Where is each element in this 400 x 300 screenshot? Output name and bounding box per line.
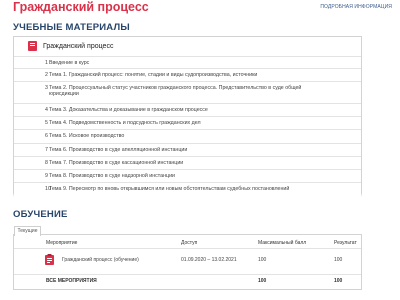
material-row[interactable]: 7 Тема 6. Производство в суде апелляцион… bbox=[14, 143, 361, 156]
material-number: 6 bbox=[45, 133, 48, 139]
column-header-event: Мероприятие bbox=[46, 240, 78, 246]
total-result: 100 bbox=[334, 278, 343, 284]
material-row[interactable]: 9 Тема 8. Производство в суде надзорной … bbox=[14, 169, 361, 182]
material-row[interactable]: 2 Тема 1. Гражданский процесс: понятие, … bbox=[14, 68, 361, 81]
total-label: ВСЕ МЕРОПРИЯТИЯ bbox=[46, 278, 97, 284]
material-title: Тема 4. Подведомственность и подсудность… bbox=[49, 120, 201, 126]
course-header[interactable]: Гражданский процесс bbox=[14, 37, 361, 56]
page-title: Гражданский процесс bbox=[13, 0, 149, 14]
event-name-link[interactable]: Гражданский процесс (обучение) bbox=[62, 257, 139, 263]
column-header-access: Доступ bbox=[181, 240, 198, 246]
book-icon bbox=[28, 41, 37, 51]
document-icon[interactable] bbox=[45, 254, 54, 265]
material-title: Тема 2. Процессуальный статус участников… bbox=[49, 85, 302, 98]
list-fade bbox=[13, 193, 362, 199]
material-number: 5 bbox=[45, 120, 48, 126]
material-number: 10 bbox=[45, 186, 51, 192]
material-title: Тема 3. Доказательства и доказывание в г… bbox=[49, 107, 208, 113]
event-access-dates: 01.09.2020 – 13.02.2021 bbox=[181, 257, 237, 263]
course-label: Гражданский процесс bbox=[43, 43, 114, 50]
material-number: 9 bbox=[45, 173, 48, 179]
column-header-max-score: Максимальный балл bbox=[258, 240, 307, 246]
material-title: Тема 5. Исковое производство bbox=[49, 133, 125, 139]
material-title: Введение в курс bbox=[49, 60, 90, 66]
material-number: 2 bbox=[45, 72, 48, 78]
material-row[interactable]: 1 Введение в курс bbox=[14, 56, 361, 68]
material-title: Тема 9. Пересмотр по вновь открывшимся и… bbox=[49, 186, 290, 192]
material-number: 1 bbox=[45, 60, 48, 66]
materials-panel: Гражданский процесс 1 Введение в курс 2 … bbox=[13, 36, 362, 198]
material-row[interactable]: 8 Тема 7. Производство в суде кассационн… bbox=[14, 156, 361, 169]
learning-heading: ОБУЧЕНИЕ bbox=[13, 209, 68, 220]
material-title: Тема 6. Производство в суде апелляционно… bbox=[49, 147, 188, 153]
materials-heading: УЧЕБНЫЕ МАТЕРИАЛЫ bbox=[13, 22, 130, 33]
material-row[interactable]: 6 Тема 5. Исковое производство bbox=[14, 129, 361, 143]
material-number: 4 bbox=[45, 107, 48, 113]
event-result: 100 bbox=[334, 257, 343, 263]
event-max-score: 100 bbox=[258, 257, 267, 263]
material-title: Тема 8. Производство в суде надзорной ин… bbox=[49, 173, 175, 179]
material-title: Тема 1. Гражданский процесс: понятие, ст… bbox=[49, 72, 258, 78]
material-row[interactable]: 5 Тема 4. Подведомственность и подсуднос… bbox=[14, 116, 361, 129]
more-info-link[interactable]: ПОДРОБНАЯ ИНФОРМАЦИЯ bbox=[320, 4, 392, 10]
total-max-score: 100 bbox=[258, 278, 267, 284]
divider bbox=[14, 248, 361, 249]
divider bbox=[14, 274, 361, 275]
column-header-result: Результат bbox=[334, 240, 357, 246]
material-number: 7 bbox=[45, 147, 48, 153]
material-number: 3 bbox=[45, 85, 48, 91]
material-number: 8 bbox=[45, 160, 48, 166]
material-row[interactable]: 3 Тема 2. Процессуальный статус участник… bbox=[14, 81, 361, 103]
tab-current[interactable]: Текущие bbox=[14, 226, 41, 236]
material-title: Тема 7. Производство в суде кассационной… bbox=[49, 160, 184, 166]
material-row[interactable]: 4 Тема 3. Доказательства и доказывание в… bbox=[14, 103, 361, 116]
